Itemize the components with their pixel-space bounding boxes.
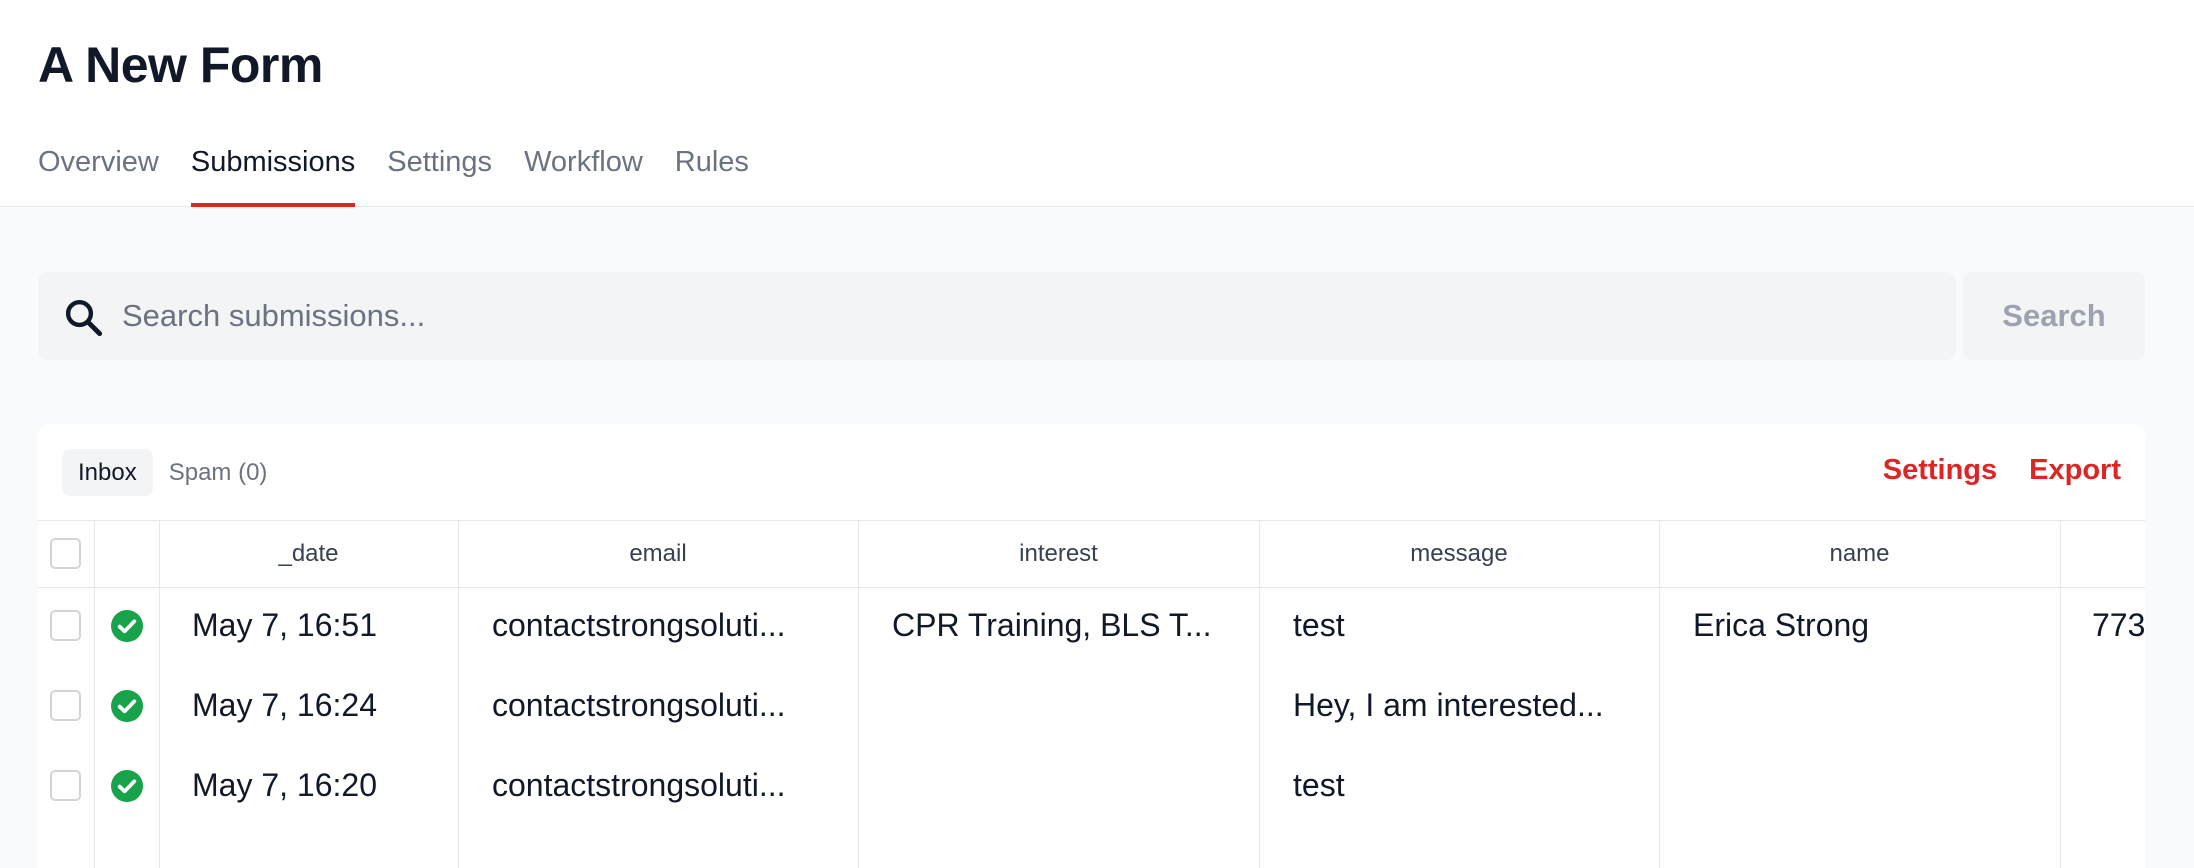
cell-message: test — [1293, 607, 1345, 643]
cell-message: Hey, I am interested... — [1293, 687, 1604, 723]
tab-spam[interactable]: Spam (0) — [153, 449, 284, 496]
cell-email: contactstrongsoluti... — [492, 607, 786, 643]
form-tabs: Overview Submissions Settings Workflow R… — [38, 146, 781, 207]
page-header: A New Form Overview Submissions Settings… — [0, 0, 2194, 207]
submissions-panel: Inbox Spam (0) Settings Export _date ema… — [38, 424, 2145, 868]
tab-settings[interactable]: Settings — [387, 146, 492, 207]
divider — [38, 587, 2145, 588]
cell-email: contactstrongsoluti... — [492, 767, 786, 803]
column-header-date[interactable]: _date — [159, 520, 458, 587]
check-circle-icon — [111, 690, 143, 722]
column-header-email[interactable]: email — [458, 520, 858, 587]
panel-tabs: Inbox Spam (0) — [62, 449, 283, 496]
cell-extra: 773 — [2092, 607, 2145, 643]
row-checkbox[interactable] — [50, 770, 81, 801]
row-checkbox[interactable] — [50, 610, 81, 641]
column-header-message[interactable]: message — [1259, 520, 1659, 587]
export-link[interactable]: Export — [2029, 454, 2121, 487]
panel-actions: Settings Export — [1851, 454, 2121, 487]
cell-interest: CPR Training, BLS T... — [892, 607, 1212, 643]
divider — [2060, 520, 2061, 868]
tab-rules[interactable]: Rules — [675, 146, 749, 207]
cell-date: May 7, 16:24 — [192, 687, 377, 723]
search-input[interactable] — [122, 272, 1922, 360]
cell-name: Erica Strong — [1693, 607, 1870, 643]
cell-date: May 7, 16:20 — [192, 767, 377, 803]
check-circle-icon — [111, 770, 143, 802]
settings-link[interactable]: Settings — [1883, 454, 1997, 487]
column-header-name[interactable]: name — [1659, 520, 2060, 587]
cell-message: test — [1293, 767, 1345, 803]
tab-workflow[interactable]: Workflow — [524, 146, 643, 207]
select-all-checkbox[interactable] — [50, 538, 81, 569]
cell-email: contactstrongsoluti... — [492, 687, 786, 723]
divider — [94, 520, 95, 868]
tab-submissions[interactable]: Submissions — [190, 146, 356, 207]
search-icon — [65, 299, 103, 337]
tab-overview[interactable]: Overview — [38, 146, 159, 207]
column-header-interest[interactable]: interest — [858, 520, 1259, 587]
row-checkbox[interactable] — [50, 690, 81, 721]
search-button[interactable]: Search — [1963, 272, 2145, 360]
search-bar — [38, 272, 1956, 360]
check-circle-icon — [111, 610, 143, 642]
page-title: A New Form — [38, 37, 323, 93]
tab-inbox[interactable]: Inbox — [62, 449, 153, 496]
cell-date: May 7, 16:51 — [192, 607, 377, 643]
